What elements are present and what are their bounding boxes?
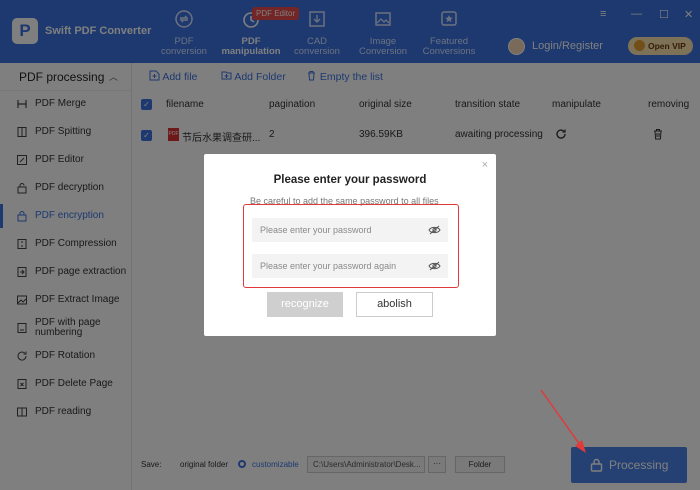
dialog-close-icon[interactable]: ×: [482, 159, 488, 171]
abolish-button[interactable]: abolish: [356, 292, 433, 317]
recognize-button[interactable]: recognize: [267, 292, 343, 317]
highlight-box: [243, 204, 459, 288]
password-dialog: × Please enter your password Be careful …: [204, 154, 496, 336]
dialog-title: Please enter your password: [273, 174, 427, 186]
app-window: P Swift PDF Converter PDF conversion PDF…: [0, 0, 700, 490]
